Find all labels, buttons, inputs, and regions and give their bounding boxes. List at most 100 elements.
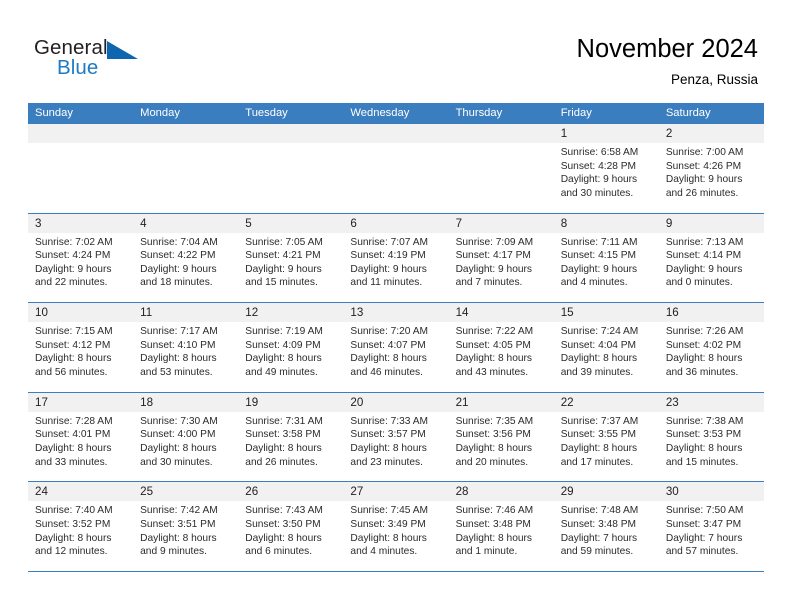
day-cell-4[interactable]: 4 Sunrise: 7:04 AM Sunset: 4:22 PM Daylight… — [133, 213, 239, 303]
day-number: 20 — [350, 395, 364, 409]
calendar-week-row: 24 Sunrise: 7:40 AM Sunset: 3:52 PM Dayligh… — [28, 482, 764, 572]
day-cell-19[interactable]: 19 Sunrise: 7:31 AM Sunset: 3:58 PM Dayligh… — [238, 392, 344, 482]
day-details: Sunrise: 7:33 AM Sunset: 3:57 PM Daylight:… — [343, 412, 448, 469]
day-number-band: 17 — [28, 392, 134, 412]
day-detail-line: Sunrise: 7:42 AM — [140, 505, 218, 517]
day-detail-line: Daylight: 8 hours — [665, 442, 743, 454]
day-detail-line: Sunrise: 6:58 AM — [560, 147, 639, 158]
day-detail-line: Sunrise: 7:22 AM — [455, 326, 534, 338]
day-cell-6[interactable]: 6 Sunrise: 7:07 AM Sunset: 4:19 PM Daylight… — [343, 213, 449, 303]
day-number: 28 — [455, 485, 469, 499]
day-cell-8[interactable]: 8 Sunrise: 7:11 AM Sunset: 4:15 PM Daylight… — [553, 213, 659, 303]
weekday-header-saturday: Saturday — [665, 107, 711, 119]
day-cell-26[interactable]: 26 Sunrise: 7:43 AM Sunset: 3:50 PM Dayligh… — [238, 482, 344, 571]
day-details: Sunrise: 7:17 AM Sunset: 4:10 PM Daylight:… — [133, 322, 238, 379]
day-cell-5[interactable]: 5 Sunrise: 7:05 AM Sunset: 4:21 PM Daylight… — [238, 213, 344, 303]
day-details: Sunrise: 7:45 AM Sunset: 3:49 PM Daylight:… — [343, 501, 448, 558]
day-number: 26 — [245, 485, 259, 499]
day-number: 13 — [350, 306, 364, 320]
day-cell-18[interactable]: 18 Sunrise: 7:30 AM Sunset: 4:00 PM Dayligh… — [133, 392, 239, 482]
day-detail-line: Sunset: 4:21 PM — [245, 250, 321, 262]
day-cell-15[interactable]: 15 Sunrise: 7:24 AM Sunset: 4:04 PM Dayligh… — [553, 303, 659, 392]
day-detail-line: and 15 minutes. — [245, 277, 318, 289]
day-number-band: 22 — [553, 392, 659, 412]
day-number: 11 — [140, 306, 153, 320]
day-detail-line: Daylight: 9 hours — [140, 263, 217, 275]
day-cell-27[interactable]: 27 Sunrise: 7:45 AM Sunset: 3:49 PM Dayligh… — [343, 482, 449, 571]
day-details: Sunrise: 7:40 AM Sunset: 3:52 PM Daylight:… — [28, 501, 133, 558]
day-cell-23[interactable]: 23 Sunrise: 7:38 AM Sunset: 3:53 PM Dayligh… — [658, 392, 764, 482]
day-cell-17[interactable]: 17 Sunrise: 7:28 AM Sunset: 4:01 PM Dayligh… — [28, 392, 134, 482]
day-cell-13[interactable]: 13 Sunrise: 7:20 AM Sunset: 4:07 PM Dayligh… — [343, 303, 449, 392]
day-detail-line: Sunrise: 7:07 AM — [350, 236, 429, 248]
day-cell-16[interactable]: 16 Sunrise: 7:26 AM Sunset: 4:02 PM Dayligh… — [658, 303, 764, 392]
day-detail-line: Sunset: 3:58 PM — [245, 429, 321, 441]
weekday-header-tuesday: Tuesday — [245, 107, 288, 119]
day-detail-line: and 4 minutes. — [560, 277, 628, 289]
day-detail-line: Daylight: 9 hours — [350, 263, 427, 275]
day-detail-line: Sunset: 4:14 PM — [665, 250, 742, 262]
day-cell-empty — [448, 124, 554, 213]
day-details: Sunrise: 7:35 AM Sunset: 3:56 PM Daylight:… — [449, 412, 554, 469]
day-cell-22[interactable]: 22 Sunrise: 7:37 AM Sunset: 3:55 PM Dayligh… — [553, 392, 659, 482]
day-detail-line: and 7 minutes. — [455, 277, 523, 289]
day-details: Sunrise: 7:48 AM Sunset: 3:48 PM Daylight:… — [554, 501, 659, 558]
day-number-band: 1 — [553, 124, 659, 143]
day-number-band — [28, 124, 134, 143]
day-detail-line: Sunrise: 7:43 AM — [245, 505, 323, 517]
day-number: 30 — [665, 485, 679, 499]
day-number-band: 15 — [553, 303, 659, 323]
day-detail-line: and 57 minutes. — [665, 546, 739, 558]
day-detail-line: Sunset: 4:24 PM — [35, 250, 111, 262]
day-detail-line: Sunrise: 7:19 AM — [245, 326, 323, 338]
day-detail-line: Sunrise: 7:35 AM — [455, 415, 534, 427]
day-detail-line: Sunset: 4:00 PM — [140, 429, 216, 441]
day-cell-21[interactable]: 21 Sunrise: 7:35 AM Sunset: 3:56 PM Dayligh… — [448, 392, 554, 482]
day-detail-line: Sunrise: 7:48 AM — [560, 505, 639, 517]
day-cell-7[interactable]: 7 Sunrise: 7:09 AM Sunset: 4:17 PM Daylight… — [448, 213, 554, 303]
day-details: Sunrise: 7:09 AM Sunset: 4:17 PM Daylight:… — [449, 233, 554, 290]
day-number-band: 3 — [28, 213, 134, 233]
day-number: 19 — [245, 395, 259, 409]
day-cell-empty — [238, 124, 344, 213]
day-cell-29[interactable]: 29 Sunrise: 7:48 AM Sunset: 3:48 PM Dayligh… — [553, 482, 659, 571]
calendar-week-row: 1 Sunrise: 6:58 AM Sunset: 4:28 PM Daylight… — [28, 124, 764, 214]
day-details: Sunrise: 7:46 AM Sunset: 3:48 PM Daylight:… — [449, 501, 554, 558]
day-detail-line: Sunrise: 7:05 AM — [245, 236, 323, 248]
calendar-week-row: 17 Sunrise: 7:28 AM Sunset: 4:01 PM Dayligh… — [28, 392, 764, 483]
day-number-band: 4 — [133, 213, 239, 233]
day-detail-line: and 20 minutes. — [455, 456, 529, 468]
day-detail-line: Sunrise: 7:33 AM — [350, 415, 429, 427]
day-detail-line: Sunset: 4:22 PM — [140, 250, 216, 262]
day-cell-14[interactable]: 14 Sunrise: 7:22 AM Sunset: 4:05 PM Dayligh… — [448, 303, 554, 392]
day-cell-3[interactable]: 3 Sunrise: 7:02 AM Sunset: 4:24 PM Daylight… — [28, 213, 134, 303]
page-title: November 2024 — [576, 35, 758, 63]
day-detail-line: Sunset: 4:10 PM — [140, 339, 216, 351]
day-detail-line: and 22 minutes. — [35, 277, 108, 289]
day-detail-line: Daylight: 8 hours — [665, 353, 743, 365]
day-cell-11[interactable]: 11 Sunrise: 7:17 AM Sunset: 4:10 PM Dayligh… — [133, 303, 239, 392]
day-detail-line: Sunrise: 7:24 AM — [560, 326, 639, 338]
day-cell-9[interactable]: 9 Sunrise: 7:13 AM Sunset: 4:14 PM Daylight… — [658, 213, 764, 303]
day-detail-line: and 46 minutes. — [350, 366, 423, 378]
day-cell-28[interactable]: 28 Sunrise: 7:46 AM Sunset: 3:48 PM Dayligh… — [448, 482, 554, 571]
day-number-band: 8 — [553, 213, 659, 233]
day-cell-24[interactable]: 24 Sunrise: 7:40 AM Sunset: 3:52 PM Dayligh… — [28, 482, 134, 571]
day-detail-line: Sunset: 4:28 PM — [560, 160, 637, 172]
day-cell-12[interactable]: 12 Sunrise: 7:19 AM Sunset: 4:09 PM Dayligh… — [238, 303, 344, 392]
day-detail-line: Sunrise: 7:38 AM — [665, 415, 744, 427]
day-cell-25[interactable]: 25 Sunrise: 7:42 AM Sunset: 3:51 PM Dayligh… — [133, 482, 239, 571]
general-blue-logo[interactable]: General Blue — [34, 36, 214, 84]
day-detail-line: and 56 minutes. — [35, 366, 108, 378]
day-detail-line: Sunrise: 7:17 AM — [140, 326, 218, 338]
day-detail-line: Sunset: 4:15 PM — [560, 250, 637, 262]
day-number: 25 — [140, 485, 154, 499]
day-detail-line: Daylight: 7 hours — [665, 532, 743, 544]
day-detail-line: Sunset: 4:02 PM — [665, 339, 742, 351]
day-cell-1[interactable]: 1 Sunrise: 6:58 AM Sunset: 4:28 PM Daylight… — [553, 124, 659, 213]
day-cell-20[interactable]: 20 Sunrise: 7:33 AM Sunset: 3:57 PM Dayligh… — [343, 392, 449, 482]
day-cell-10[interactable]: 10 Sunrise: 7:15 AM Sunset: 4:12 PM Dayligh… — [28, 303, 134, 392]
day-detail-line: Sunset: 4:19 PM — [350, 250, 426, 262]
day-cell-30[interactable]: 30 Sunrise: 7:50 AM Sunset: 3:47 PM Dayligh… — [658, 482, 764, 571]
day-cell-2[interactable]: 2 Sunrise: 7:00 AM Sunset: 4:26 PM Daylight… — [658, 124, 764, 213]
